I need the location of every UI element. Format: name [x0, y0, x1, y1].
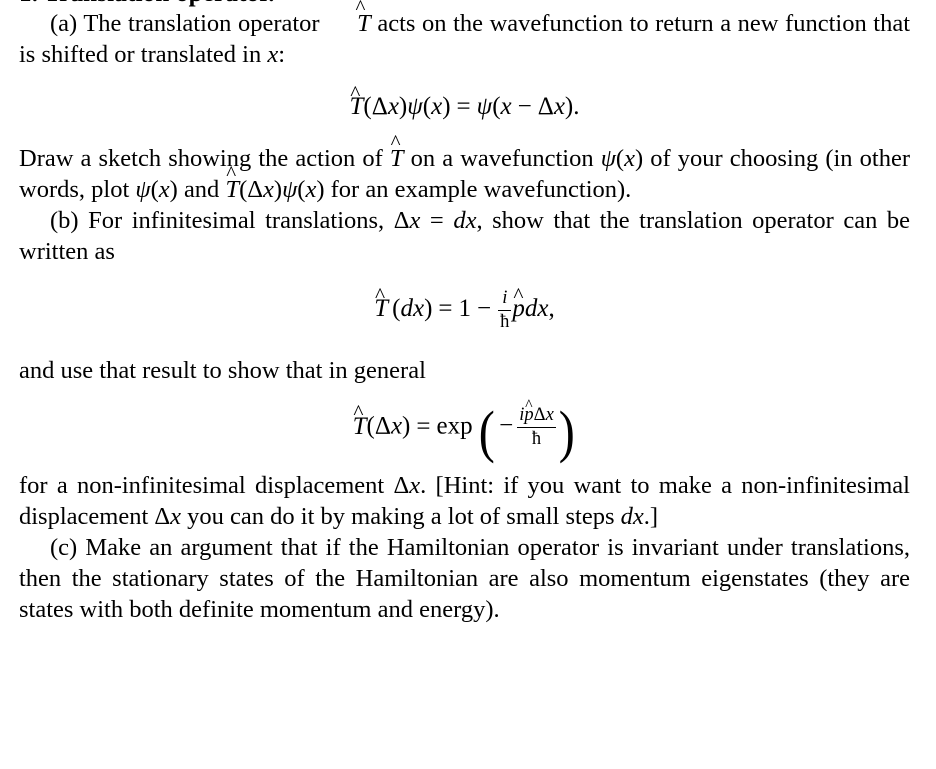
fraction-denominator-hbar: ħ [500, 312, 510, 333]
psi-of-x-1: ψ(x) [600, 145, 644, 172]
eq2-x-2: x [537, 294, 549, 322]
paren-open: ( [615, 145, 625, 172]
fraction-i-over-hbar: iħ [498, 288, 512, 333]
section-heading-text: 1. Translation operator. [19, 0, 275, 8]
paragraph-part-c: (c) Make an argument that if the Hamilto… [19, 533, 910, 623]
eq3-delta: Δ [374, 412, 391, 440]
eq2-x: x [412, 294, 425, 322]
eq1-delta-2: Δ [537, 93, 554, 120]
t-hat-symbol: ^ T [352, 400, 367, 440]
eq1-rparen-3: ) [564, 93, 574, 120]
paren-close: ) [634, 145, 644, 172]
hat-accent-icon: ^ [525, 396, 533, 414]
t-hat-symbol: ^ T [389, 130, 404, 172]
paragraph-sketch: Draw a sketch showing the action of ^ T o… [19, 130, 910, 205]
eq1-psi: ψ [407, 93, 423, 120]
eq3-delta-2: Δ [533, 404, 546, 425]
eq1-x-4: x [553, 93, 565, 120]
eq3-exp-operator: exp [436, 412, 473, 440]
t-hat-symbol: ^ T [326, 0, 370, 39]
eq1-x-arg: x [387, 93, 399, 120]
hat-accent-icon: ^ [353, 400, 364, 425]
eq3-equals: = [416, 412, 431, 440]
equation-translation-definition: ^ T(Δx)ψ(x) = ψ(x − Δx). [19, 80, 910, 120]
paren-close: ) [169, 176, 178, 203]
eq1-rparen: ) [398, 93, 408, 120]
hat-accent-icon: ^ [375, 282, 386, 307]
fraction-ipdx-over-hbar: i ^ pΔx ħ [517, 396, 556, 450]
paren-open: ( [150, 176, 159, 203]
part-a-label-and-lead: (a) The translation operator [50, 10, 327, 37]
part-b-seg-1: (b) For infinitesimal translations, [50, 207, 394, 234]
hat-accent-icon: ^ [513, 283, 524, 308]
document-page: 1. Translation operator. (a) The transla… [0, 0, 936, 769]
fraction-numerator-i: i [502, 288, 508, 308]
eq2-minus: − [477, 294, 492, 322]
paragraph-hint: for a non-infinitesimal displacement Δx.… [19, 470, 910, 532]
hint-seg-4: .] [643, 502, 659, 530]
section-heading-clipped: 1. Translation operator. [19, 0, 910, 8]
eq1-delta: Δ [371, 93, 388, 120]
eq3-lparen: ( [366, 412, 375, 440]
eq2-comma: , [548, 294, 555, 322]
eq1-x-3: x [500, 93, 512, 120]
eq2-d-2: d [524, 294, 538, 322]
eq3-x: x [390, 412, 403, 440]
t-hat-symbol: ^ T [349, 80, 364, 120]
paren-close: ) [316, 176, 325, 203]
part-b-dx: dx [453, 207, 477, 234]
fraction-bar [498, 310, 512, 312]
hint-delta-x-1: Δx [393, 471, 421, 499]
eq2-one: 1 [458, 294, 472, 322]
eq3-minus: − [499, 411, 514, 439]
fraction-denominator-hbar: ħ [531, 429, 542, 450]
hint-seg-1: for a non-infinitesimal displacement [19, 471, 394, 499]
hat-accent-icon: ^ [355, 0, 366, 20]
eq1-period: . [573, 93, 580, 120]
eq1-minus: − [517, 93, 532, 120]
eq2-equals: = [438, 294, 453, 322]
t-hat-symbol: ^ T [225, 161, 240, 203]
eq3-x-2: x [545, 404, 554, 425]
p-hat-symbol: ^ p [524, 396, 534, 425]
equation-finite-translation: ^ T(Δx) = exp(− i ^ pΔx ħ) [352, 396, 575, 465]
fraction-numerator: i ^ pΔx [517, 396, 556, 426]
t-hat-symbol: ^ T [374, 282, 389, 322]
psi-of-x-2: ψ(x) [135, 176, 178, 203]
eq1-x-2: x [431, 93, 443, 120]
eq1-lparen-2: ( [422, 93, 432, 120]
hint-dx: dx [620, 502, 644, 530]
variable-x: x [267, 41, 279, 68]
equation-infinitesimal-translation: ^ T (dx) = 1− i ħ ^ pdx, [19, 282, 910, 333]
exponent-expression: − i ^ pΔx ħ [496, 396, 557, 450]
eq1-lparen-3: ( [492, 93, 501, 120]
part-a-colon: : [278, 41, 286, 68]
inline-delta-x-arg: (Δx) [239, 176, 283, 203]
fraction-bar [517, 427, 556, 429]
hat-accent-icon: ^ [350, 80, 361, 105]
paragraph-part-a: (a) The translation operator ^ T acts on … [19, 0, 910, 70]
hint-delta-x-2: Δx [154, 502, 182, 530]
sketch-seg-5: for an example wavefunction). [324, 176, 632, 203]
paragraph-general-result: and use that result to show that in gene… [19, 356, 426, 384]
sketch-seg-2: on a wavefunction [403, 145, 601, 172]
sketch-seg-1: Draw a sketch showing the action of [19, 145, 390, 172]
part-b-equals: = [420, 207, 454, 234]
paragraph-part-b: (b) For infinitesimal translations, Δx =… [19, 205, 910, 267]
sketch-seg-4: and [177, 176, 226, 203]
eq1-psi-2: ψ [476, 93, 493, 120]
psi-of-x-3: ψ(x) [282, 176, 325, 203]
eq1-rparen-2: ) [442, 93, 451, 120]
eq2-d: d [400, 294, 413, 322]
hat-accent-icon: ^ [226, 161, 237, 186]
eq1-equals: = [456, 93, 471, 120]
hint-seg-3: you can do it by making a lot of small s… [181, 502, 621, 530]
hat-accent-icon: ^ [390, 130, 401, 155]
eq1-lparen: ( [363, 93, 372, 120]
p-hat-symbol: ^ p [512, 283, 525, 322]
part-b-delta-x: Δx [393, 207, 421, 234]
